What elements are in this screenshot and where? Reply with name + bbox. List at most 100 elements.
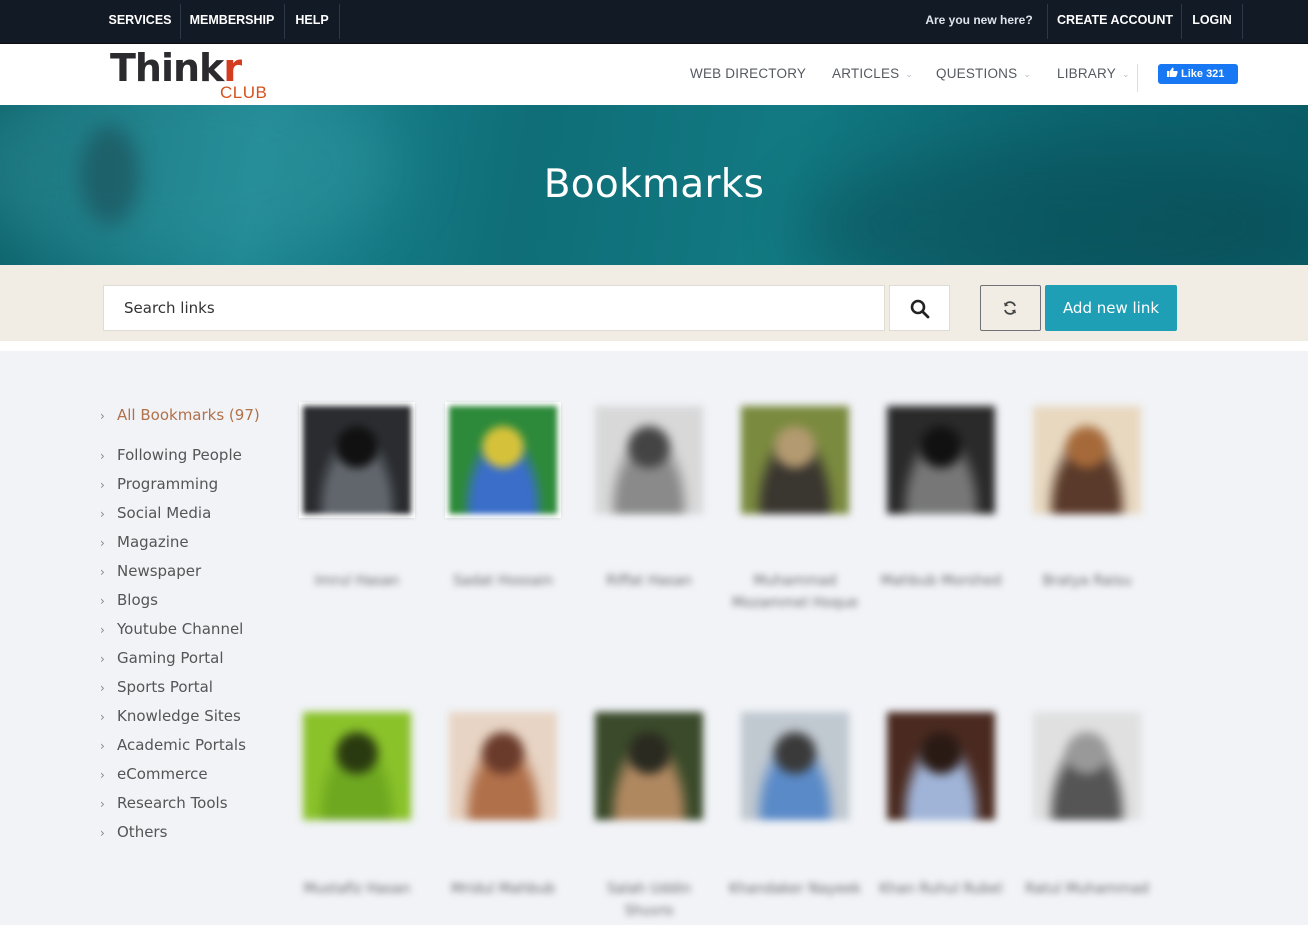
- top-bar: SERVICES MEMBERSHIP HELP Are you new her…: [0, 0, 1308, 43]
- sidebar-item-label: Following People: [117, 446, 242, 464]
- chevron-right-icon: ›: [100, 565, 105, 579]
- nav-articles[interactable]: ARTICLES ⌄: [832, 66, 913, 81]
- chevron-right-icon: ›: [100, 826, 105, 840]
- sidebar-item[interactable]: › Social Media: [100, 504, 211, 522]
- person-name[interactable]: Khandaker Nayeek: [727, 878, 863, 900]
- chevron-right-icon: ›: [100, 797, 105, 811]
- page-title: Bookmarks: [543, 162, 765, 207]
- avatar[interactable]: [737, 708, 853, 824]
- person-name[interactable]: Sadat Hossain: [435, 570, 571, 592]
- chevron-right-icon: ›: [100, 710, 105, 724]
- person-name[interactable]: Riffat Hasan: [581, 570, 717, 592]
- chevron-down-icon: ⌄: [905, 69, 914, 79]
- avatar[interactable]: [883, 708, 999, 824]
- divider: [1137, 64, 1138, 92]
- search-button[interactable]: [889, 285, 950, 331]
- chevron-right-icon: ›: [100, 409, 105, 423]
- sidebar-item-label: eCommerce: [117, 765, 208, 783]
- facebook-like-button[interactable]: Like 321: [1158, 64, 1238, 84]
- chevron-right-icon: ›: [100, 623, 105, 637]
- login-link[interactable]: LOGIN: [1183, 0, 1241, 43]
- site-header: Thinkr CLUB WEB DIRECTORY ARTICLES ⌄ QUES…: [0, 43, 1308, 105]
- person-name[interactable]: Muhammad Mozammel Hoque: [727, 570, 863, 614]
- sidebar-item-label: All Bookmarks (97): [117, 406, 260, 424]
- refresh-icon: [1004, 301, 1016, 315]
- chevron-right-icon: ›: [100, 681, 105, 695]
- nav-library[interactable]: LIBRARY ⌄: [1057, 66, 1130, 81]
- sidebar-item-label: Others: [117, 823, 168, 841]
- site-logo[interactable]: Thinkr CLUB: [110, 46, 280, 102]
- sidebar-item[interactable]: › Others: [100, 823, 167, 841]
- avatar[interactable]: [299, 402, 415, 518]
- avatar[interactable]: [445, 402, 561, 518]
- refresh-button[interactable]: [980, 285, 1041, 331]
- add-new-link-button[interactable]: Add new link: [1045, 285, 1177, 331]
- nav-questions[interactable]: QUESTIONS ⌄: [936, 66, 1031, 81]
- sidebar-item-label: Magazine: [117, 533, 189, 551]
- chevron-right-icon: ›: [100, 594, 105, 608]
- sidebar-item[interactable]: › Sports Portal: [100, 678, 213, 696]
- sidebar-item-label: Youtube Channel: [117, 620, 244, 638]
- sidebar-item-label: Blogs: [117, 591, 158, 609]
- sidebar-item[interactable]: › Blogs: [100, 591, 158, 609]
- divider: [339, 4, 340, 39]
- person-name[interactable]: Mridul Mahbub: [435, 878, 571, 900]
- chevron-right-icon: ›: [100, 739, 105, 753]
- person-name[interactable]: Khan Ruhul Rubel: [873, 878, 1009, 900]
- avatar[interactable]: [299, 708, 415, 824]
- nav-web-directory[interactable]: WEB DIRECTORY: [690, 66, 806, 81]
- services-link[interactable]: SERVICES: [102, 0, 178, 43]
- sidebar-item-label: Gaming Portal: [117, 649, 224, 667]
- sidebar-item[interactable]: › All Bookmarks (97): [100, 406, 260, 424]
- create-account-link[interactable]: CREATE ACCOUNT: [1050, 0, 1180, 43]
- search-icon: [910, 299, 930, 319]
- logo-club: CLUB: [220, 83, 268, 102]
- sidebar-item[interactable]: › Academic Portals: [100, 736, 246, 754]
- avatar[interactable]: [445, 708, 561, 824]
- avatar[interactable]: [1029, 402, 1145, 518]
- sidebar-item[interactable]: › Programming: [100, 475, 218, 493]
- sidebar-item[interactable]: › Research Tools: [100, 794, 228, 812]
- divider: [1242, 4, 1243, 39]
- avatar[interactable]: [591, 402, 707, 518]
- chevron-right-icon: ›: [100, 507, 105, 521]
- avatar[interactable]: [591, 708, 707, 824]
- search-input[interactable]: [103, 285, 885, 331]
- sidebar-item[interactable]: › Youtube Channel: [100, 620, 243, 638]
- avatar[interactable]: [883, 402, 999, 518]
- sidebar-item-label: Research Tools: [117, 794, 228, 812]
- chevron-down-icon: ⌄: [1121, 69, 1130, 79]
- person-name[interactable]: Bratya Raisu: [1019, 570, 1155, 592]
- person-name[interactable]: Ratul Muhammad: [1019, 878, 1155, 900]
- sidebar-item-label: Programming: [117, 475, 219, 493]
- sidebar-item[interactable]: › Following People: [100, 446, 242, 464]
- chevron-right-icon: ›: [100, 536, 105, 550]
- new-here-text: Are you new here?: [925, 13, 1033, 27]
- chevron-right-icon: ›: [100, 768, 105, 782]
- sidebar-item[interactable]: › Magazine: [100, 533, 189, 551]
- chevron-right-icon: ›: [100, 652, 105, 666]
- avatar[interactable]: [737, 402, 853, 518]
- sidebar-item[interactable]: › Gaming Portal: [100, 649, 224, 667]
- sidebar-item-label: Social Media: [117, 504, 212, 522]
- sidebar-item[interactable]: › Newspaper: [100, 562, 201, 580]
- divider: [1047, 4, 1048, 39]
- person-name[interactable]: Mustafiz Hasan: [289, 878, 425, 900]
- avatar[interactable]: [1029, 708, 1145, 824]
- divider: [284, 4, 285, 39]
- help-link[interactable]: HELP: [286, 0, 338, 43]
- chevron-right-icon: ›: [100, 478, 105, 492]
- hero-banner: Bookmarks: [0, 105, 1308, 265]
- sidebar-item-label: Newspaper: [117, 562, 202, 580]
- divider: [1181, 4, 1182, 39]
- thumbs-up-icon: [1167, 64, 1178, 84]
- chevron-down-icon: ⌄: [1023, 69, 1032, 79]
- person-name[interactable]: Imrul Hasan: [289, 570, 425, 592]
- sidebar-item[interactable]: › eCommerce: [100, 765, 208, 783]
- sidebar-item[interactable]: › Knowledge Sites: [100, 707, 241, 725]
- chevron-right-icon: ›: [100, 449, 105, 463]
- person-name[interactable]: Mahbub Morshed: [873, 570, 1009, 592]
- person-name[interactable]: Salah Uddin Shuvro: [581, 878, 717, 922]
- membership-link[interactable]: MEMBERSHIP: [182, 0, 282, 43]
- sidebar-item-label: Academic Portals: [117, 736, 246, 754]
